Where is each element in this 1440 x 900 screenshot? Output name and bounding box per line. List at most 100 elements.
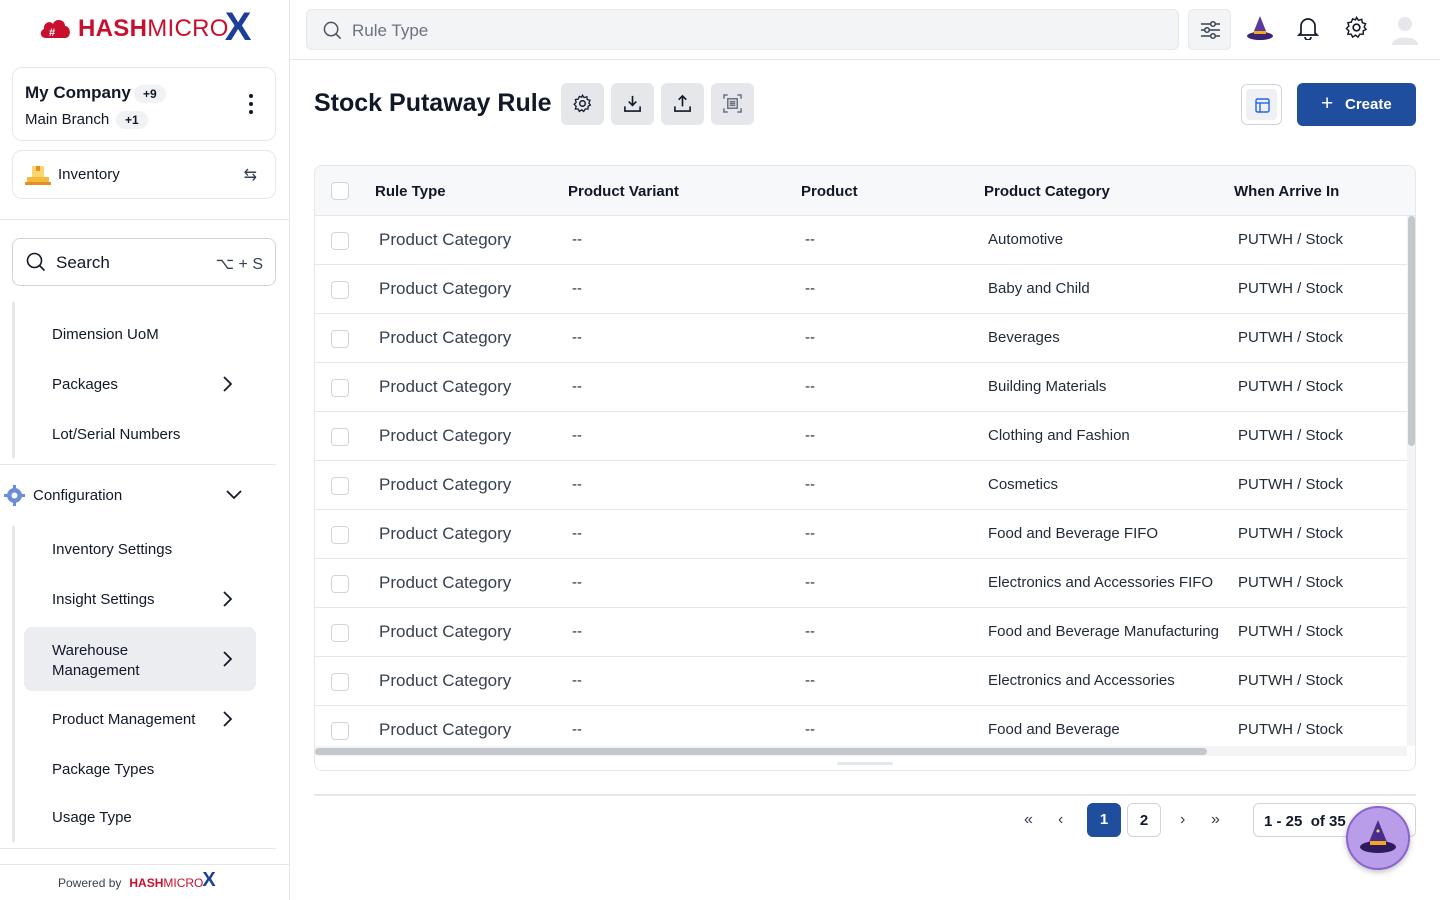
next-page-icon[interactable]: › bbox=[1180, 811, 1185, 829]
settings-gear-icon[interactable] bbox=[1345, 16, 1368, 39]
first-page-icon[interactable]: « bbox=[1024, 811, 1033, 829]
download-button[interactable] bbox=[611, 83, 654, 125]
table-cell: -- bbox=[572, 378, 582, 395]
table-cell: Clothing and Fashion bbox=[988, 427, 1130, 444]
scan-icon bbox=[723, 94, 742, 113]
column-header[interactable]: Product Category bbox=[984, 183, 1110, 200]
page-title: Stock Putaway Rule bbox=[314, 89, 552, 117]
row-checkbox[interactable] bbox=[331, 477, 349, 495]
select-all-checkbox[interactable] bbox=[331, 182, 349, 200]
page-range-text: 1 - 25 of 35 bbox=[1264, 813, 1346, 830]
nav-rail bbox=[12, 526, 15, 842]
column-header[interactable]: Product Variant bbox=[568, 183, 679, 200]
horizontal-scrollbar[interactable] bbox=[315, 746, 1407, 756]
sidebar-item-warehouse-management[interactable]: Warehouse Management bbox=[52, 641, 172, 681]
table-cell: -- bbox=[572, 525, 582, 542]
table-row[interactable]: Product Category -- -- Automotive PUTWH / St… bbox=[315, 216, 1407, 265]
company-count-badge: +9 bbox=[134, 85, 166, 103]
global-search-input[interactable]: Rule Type bbox=[306, 9, 1179, 50]
sidebar-group-configuration[interactable]: Configuration bbox=[4, 484, 264, 508]
table-row[interactable]: Product Category -- -- Food and Beverage Ma… bbox=[315, 608, 1407, 657]
table-cell: Automotive bbox=[988, 231, 1064, 248]
filter-button[interactable] bbox=[1188, 9, 1231, 50]
sidebar-divider bbox=[0, 464, 276, 465]
table-cell: -- bbox=[805, 574, 815, 591]
row-checkbox[interactable] bbox=[331, 379, 349, 397]
ai-assistant-button[interactable] bbox=[1346, 806, 1410, 870]
resize-handle[interactable] bbox=[837, 762, 893, 765]
avatar[interactable] bbox=[1391, 15, 1419, 45]
table-cell: -- bbox=[805, 280, 815, 297]
module-label: Inventory bbox=[58, 166, 120, 183]
table-row[interactable]: Product Category -- -- Electronics and Acce… bbox=[315, 657, 1407, 706]
column-header[interactable]: Product bbox=[801, 183, 858, 200]
column-header[interactable]: When Arrive In bbox=[1234, 183, 1339, 200]
row-checkbox[interactable] bbox=[331, 624, 349, 642]
sidebar-item-inventory-settings[interactable]: Inventory Settings bbox=[52, 541, 172, 558]
table-cell: -- bbox=[805, 525, 815, 542]
table-cell: -- bbox=[805, 476, 815, 493]
switch-arrows-icon[interactable]: ⇆ bbox=[244, 165, 257, 185]
nav-rail bbox=[12, 302, 15, 458]
brand-name: HASHMICRO bbox=[78, 15, 229, 42]
layout-toggle-button[interactable] bbox=[1241, 84, 1282, 125]
upload-button[interactable] bbox=[661, 83, 704, 125]
table-row[interactable]: Product Category -- -- Electronics and Acce… bbox=[315, 559, 1407, 608]
plus-icon: + bbox=[1321, 92, 1334, 115]
page-button-1[interactable]: 1 bbox=[1087, 803, 1121, 837]
sidebar-item-insight-settings[interactable]: Insight Settings bbox=[52, 591, 155, 608]
sidebar-item-lot-serial[interactable]: Lot/Serial Numbers bbox=[52, 426, 180, 443]
last-page-icon[interactable]: » bbox=[1211, 811, 1220, 829]
column-header[interactable]: Rule Type bbox=[375, 183, 446, 200]
module-switcher[interactable]: Inventory ⇆ bbox=[12, 150, 276, 199]
table-row[interactable]: Product Category -- -- Beverages PUTWH / Sto… bbox=[315, 314, 1407, 363]
row-checkbox[interactable] bbox=[331, 575, 349, 593]
brand-x-mark: X bbox=[224, 4, 252, 49]
row-checkbox[interactable] bbox=[331, 526, 349, 544]
sidebar-item-product-management[interactable]: Product Management bbox=[52, 711, 195, 728]
brand-mini-x: X bbox=[202, 869, 216, 891]
scrollbar-thumb[interactable] bbox=[1408, 216, 1415, 446]
table-row[interactable]: Product Category -- -- Baby and Child PUTWH … bbox=[315, 265, 1407, 314]
create-button[interactable]: + Create bbox=[1297, 83, 1416, 126]
company-name: My Company bbox=[25, 83, 131, 102]
gear-icon bbox=[4, 485, 25, 506]
sidebar-item-usage-type[interactable]: Usage Type bbox=[52, 809, 132, 826]
sidebar-item-packages[interactable]: Packages bbox=[52, 376, 118, 393]
table-row[interactable]: Product Category -- -- Food and Beverage FI… bbox=[315, 510, 1407, 559]
table-cell: Building Materials bbox=[988, 378, 1107, 395]
table-cell: -- bbox=[805, 721, 815, 738]
scrollbar-thumb[interactable] bbox=[315, 748, 1207, 755]
chevron-down-icon[interactable] bbox=[226, 490, 242, 500]
table-cell: Food and Beverage FIFO bbox=[988, 525, 1159, 542]
sidebar-item-package-types[interactable]: Package Types bbox=[52, 761, 154, 778]
table-cell: Electronics and Accessories bbox=[988, 672, 1175, 689]
page-settings-button[interactable] bbox=[561, 83, 604, 125]
company-switcher[interactable]: My Company +9 Main Branch +1 bbox=[12, 67, 276, 141]
scan-button[interactable] bbox=[711, 83, 754, 125]
chevron-right-icon[interactable] bbox=[222, 651, 232, 667]
sidebar-item-dimension-uom[interactable]: Dimension UoM bbox=[52, 326, 159, 343]
vertical-scrollbar[interactable] bbox=[1407, 216, 1415, 746]
row-checkbox[interactable] bbox=[331, 281, 349, 299]
configuration-label: Configuration bbox=[33, 487, 123, 504]
more-options-icon[interactable] bbox=[249, 94, 253, 118]
row-checkbox[interactable] bbox=[331, 330, 349, 348]
row-checkbox[interactable] bbox=[331, 428, 349, 446]
wizard-hat-icon[interactable] bbox=[1246, 14, 1274, 42]
table-row[interactable]: Product Category -- -- Building Materials PU… bbox=[315, 363, 1407, 412]
row-checkbox[interactable] bbox=[331, 722, 349, 740]
prev-page-icon[interactable]: ‹ bbox=[1058, 811, 1063, 829]
bell-icon[interactable] bbox=[1297, 16, 1319, 40]
row-checkbox[interactable] bbox=[331, 673, 349, 691]
table-row[interactable]: Product Category -- -- Clothing and Fashion… bbox=[315, 412, 1407, 461]
chevron-right-icon[interactable] bbox=[222, 376, 232, 392]
table-row[interactable]: Product Category -- -- Cosmetics PUTWH / Sto… bbox=[315, 461, 1407, 510]
row-checkbox[interactable] bbox=[331, 232, 349, 250]
chevron-right-icon[interactable] bbox=[222, 591, 232, 607]
page-button-2[interactable]: 2 bbox=[1127, 803, 1161, 837]
chevron-right-icon[interactable] bbox=[222, 711, 232, 727]
wizard-hat-icon bbox=[1360, 820, 1396, 853]
hashmicro-logo[interactable]: # HASHMICRO X bbox=[38, 4, 252, 50]
sidebar-search[interactable]: Search ⌥ + S bbox=[12, 238, 276, 286]
